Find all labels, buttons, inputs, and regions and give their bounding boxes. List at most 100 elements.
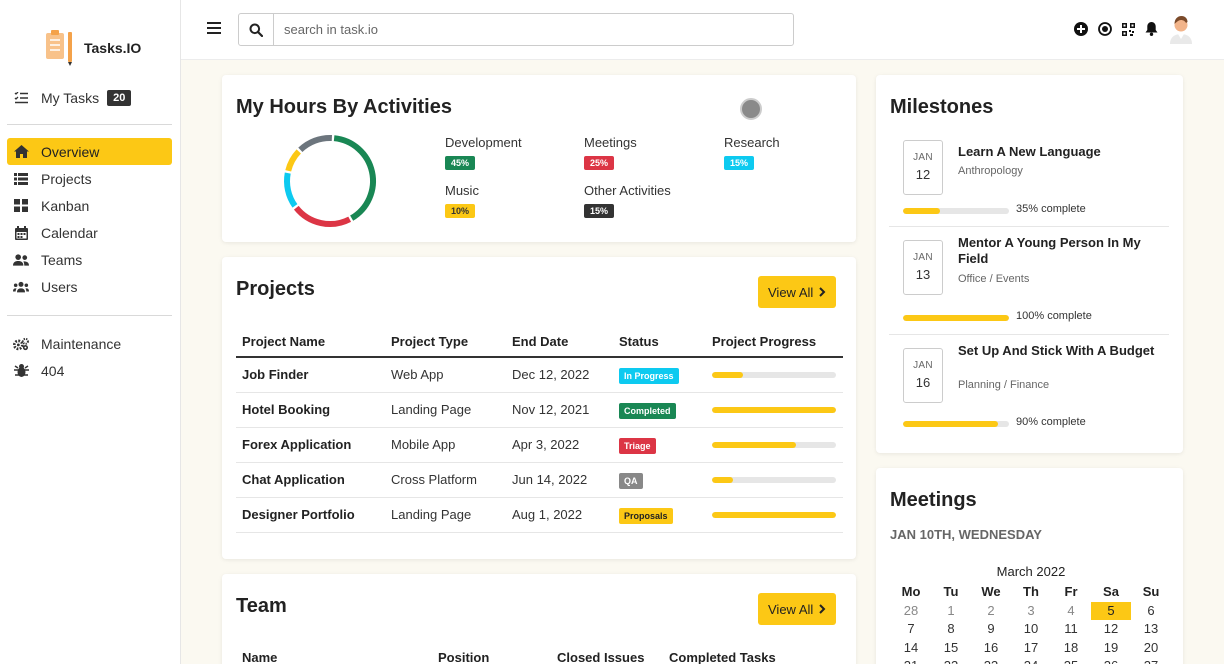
sidebar-item-projects[interactable]: Projects	[7, 165, 172, 192]
search-bar	[238, 13, 794, 46]
calendar-day[interactable]: 5	[1091, 601, 1131, 620]
legend-music: Music 10%	[445, 183, 479, 218]
milestone-percent: 35% complete	[1016, 203, 1086, 215]
status-cell: Proposals	[613, 497, 706, 533]
calendar-day[interactable]: 27	[1131, 657, 1171, 664]
project-name-cell: Designer Portfolio	[236, 497, 385, 533]
menu-toggle-icon[interactable]	[207, 21, 221, 39]
milestone-month: JAN	[913, 252, 933, 263]
milestone-day: 12	[915, 167, 931, 182]
calendar-day[interactable]: 7	[891, 620, 931, 639]
bug-icon	[13, 363, 29, 379]
list-icon	[13, 171, 29, 187]
brand[interactable]: Tasks.IO	[42, 26, 141, 66]
status-cell: In Progress	[613, 357, 706, 393]
sidebar-item-label: Kanban	[41, 197, 90, 214]
project-type-cell: Cross Platform	[385, 462, 506, 498]
sidebar-item-label: Overview	[41, 143, 100, 160]
status-cell: Triage	[613, 427, 706, 463]
calendar-day[interactable]: 4	[1051, 602, 1091, 621]
calendar-day[interactable]: 23	[971, 657, 1011, 664]
calendar-day[interactable]: 10	[1011, 620, 1051, 639]
calendar-day[interactable]: 21	[891, 657, 931, 664]
table-row[interactable]: Job Finder Web App Dec 12, 2022 In Progress	[236, 357, 843, 393]
donut-segment-music	[285, 149, 302, 172]
calendar-day[interactable]: 2	[971, 602, 1011, 621]
progress-fill	[712, 511, 836, 518]
calendar-day[interactable]: 28	[891, 602, 931, 621]
calendar-day[interactable]: 9	[971, 620, 1011, 639]
add-circle-icon[interactable]	[1074, 22, 1088, 36]
sidebar-divider	[7, 315, 172, 316]
sidebar-item-label: Maintenance	[41, 335, 122, 352]
search-input[interactable]	[274, 14, 774, 45]
meetings-card: Meetings JAN 10TH, WEDNESDAY March 2022 …	[876, 468, 1183, 664]
sidebar-item-kanban[interactable]: Kanban	[7, 192, 172, 219]
button-label: View All	[768, 284, 814, 300]
table-row[interactable]: Chat Application Cross Platform Jun 14, 20…	[236, 462, 843, 498]
table-row[interactable]: Forex Application Mobile App Apr 3, 2022 Tr…	[236, 427, 843, 463]
status-cell: Completed	[613, 392, 706, 428]
milestone-item[interactable]: JAN 13 Mentor A Young Person In My Field…	[889, 223, 1169, 323]
sidebar-item-calendar[interactable]: Calendar	[7, 219, 172, 246]
table-row[interactable]: Hotel Booking Landing Page Nov 12, 2021 Com…	[236, 392, 843, 428]
projects-view-all-button[interactable]: View All	[758, 276, 837, 308]
mini-calendar: March 2022 Mo Tu We Th Fr Sa Su 28 1 2 3 4 5 6 7 8 9 10 11…	[891, 564, 1171, 664]
calendar-icon	[13, 225, 29, 241]
milestone-progress-bar	[903, 315, 1009, 321]
calendar-day[interactable]: 25	[1051, 657, 1091, 664]
record-icon[interactable]	[1098, 22, 1112, 36]
legend-development: Development 45%	[445, 135, 522, 170]
sidebar-item-overview[interactable]: Overview	[7, 138, 172, 165]
calendar-day[interactable]: 22	[931, 657, 971, 664]
legend-pct-badge: 15%	[724, 156, 755, 170]
qr-code-icon[interactable]	[1122, 22, 1135, 36]
projects-card: Projects View All Project Name Project T…	[222, 257, 856, 559]
calendar-day[interactable]: 15	[931, 639, 971, 658]
calendar-day[interactable]: 18	[1051, 639, 1091, 658]
top-icons	[1064, 14, 1194, 44]
calendar-day[interactable]: 24	[1011, 657, 1051, 664]
donut-segment-research	[284, 172, 298, 208]
calendar-day[interactable]: 16	[971, 639, 1011, 658]
milestone-subtitle: Office / Events	[958, 273, 1030, 285]
progress-fill	[712, 371, 743, 378]
weekday-header: Tu	[943, 584, 959, 599]
column-header: Project Type	[385, 327, 506, 358]
milestone-item[interactable]: JAN 16 Set Up And Stick With A Budget Pl…	[889, 331, 1169, 431]
sidebar-item-teams[interactable]: Teams	[7, 246, 172, 273]
calendar-day[interactable]: 3	[1011, 602, 1051, 621]
sidebar-item-404[interactable]: 404	[7, 357, 172, 384]
calendar-day[interactable]: 19	[1091, 639, 1131, 658]
calendar-day[interactable]: 12	[1091, 620, 1131, 639]
project-type-cell: Landing Page	[385, 497, 506, 533]
bell-icon[interactable]	[1145, 22, 1158, 36]
calendar-day[interactable]: 26	[1091, 657, 1131, 664]
calendar-day[interactable]: 17	[1011, 639, 1051, 658]
calendar-day[interactable]: 8	[931, 620, 971, 639]
home-icon	[13, 144, 29, 160]
column-header: Project Progress	[706, 327, 843, 358]
sidebar-item-label: Teams	[41, 251, 83, 268]
calendar-day[interactable]: 1	[931, 602, 971, 621]
sidebar-item-my-tasks[interactable]: My Tasks 20	[7, 84, 172, 111]
avatar[interactable]	[1168, 14, 1194, 44]
sidebar-item-users[interactable]: Users	[7, 273, 172, 300]
calendar-day[interactable]: 13	[1131, 620, 1171, 639]
calendar-day[interactable]: 20	[1131, 639, 1171, 658]
progress-fill	[903, 208, 941, 214]
calendar-day[interactable]: 6	[1131, 602, 1171, 621]
milestone-day: 13	[915, 267, 931, 282]
team-view-all-button[interactable]: View All	[758, 593, 837, 625]
milestone-item[interactable]: JAN 12 Learn A New Language Anthropology…	[889, 132, 1169, 222]
chevron-right-icon	[819, 604, 826, 614]
progress-fill	[903, 315, 1009, 321]
search-button[interactable]	[239, 14, 274, 45]
status-badge: Completed	[619, 403, 676, 419]
calendar-day[interactable]: 11	[1051, 620, 1091, 639]
column-header: Position	[438, 650, 490, 664]
sidebar-item-maintenance[interactable]: Maintenance	[7, 330, 172, 357]
calendar-day[interactable]: 14	[891, 639, 931, 658]
progress-cell	[706, 462, 843, 498]
table-row[interactable]: Designer Portfolio Landing Page Aug 1, 202…	[236, 497, 843, 533]
